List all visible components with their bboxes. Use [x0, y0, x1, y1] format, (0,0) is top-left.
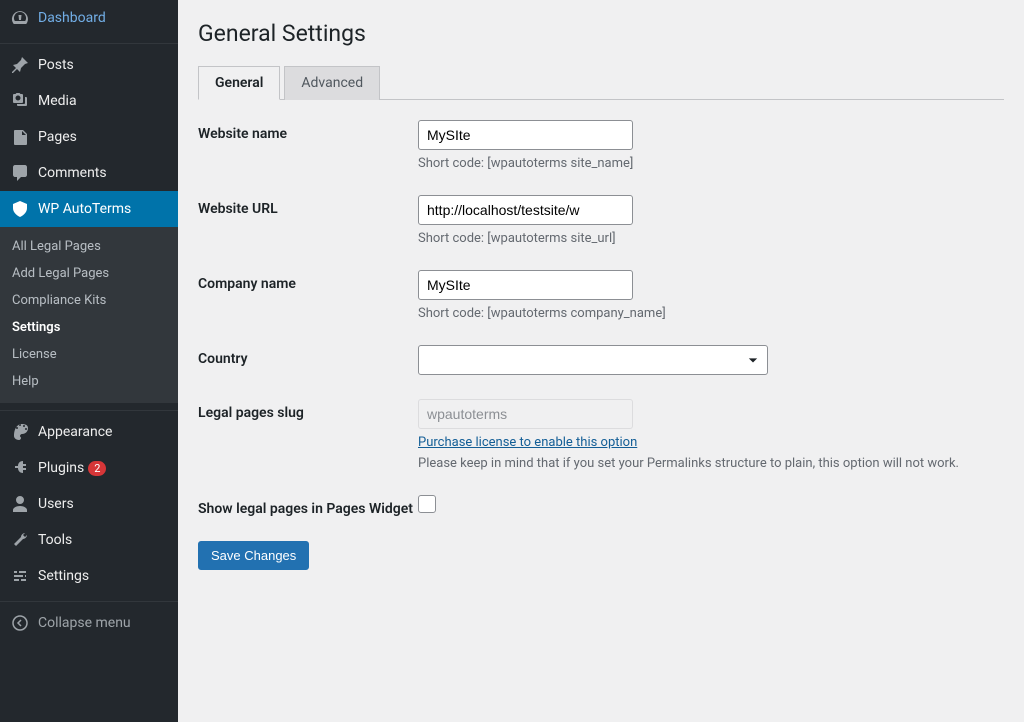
- label: Posts: [38, 57, 74, 73]
- sidebar-item-tools[interactable]: Tools: [0, 522, 178, 558]
- slug-note: Please keep in mind that if you set your…: [418, 456, 1004, 471]
- row-company-name: Company name Short code: [wpautoterms co…: [198, 270, 1004, 321]
- label: Tools: [38, 532, 72, 548]
- wpautoterms-submenu: All Legal Pages Add Legal Pages Complian…: [0, 227, 178, 403]
- row-slug: Legal pages slug Purchase license to ena…: [198, 399, 1004, 471]
- submenu-compliance-kits[interactable]: Compliance Kits: [0, 287, 178, 314]
- sidebar-item-posts[interactable]: Posts: [0, 47, 178, 83]
- label: Appearance: [38, 424, 112, 440]
- slug-input: [418, 399, 633, 429]
- country-select[interactable]: [418, 345, 768, 375]
- submenu-settings[interactable]: Settings: [0, 314, 178, 341]
- label: Pages: [38, 129, 77, 145]
- brush-icon: [10, 422, 30, 442]
- sidebar-item-pages[interactable]: Pages: [0, 119, 178, 155]
- shield-icon: [10, 199, 30, 219]
- pin-icon: [10, 55, 30, 75]
- label: Media: [38, 93, 77, 109]
- submenu-all-legal-pages[interactable]: All Legal Pages: [0, 233, 178, 260]
- website-url-input[interactable]: [418, 195, 633, 225]
- label: Comments: [38, 165, 107, 181]
- separator: [0, 597, 178, 602]
- comment-icon: [10, 163, 30, 183]
- dashboard-icon: [10, 8, 30, 28]
- sidebar-item-comments[interactable]: Comments: [0, 155, 178, 191]
- main-content: General Settings General Advanced Websit…: [178, 0, 1024, 722]
- submenu-add-legal-pages[interactable]: Add Legal Pages: [0, 260, 178, 287]
- sidebar-item-wpautoterms[interactable]: WP AutoTerms: [0, 191, 178, 227]
- row-website-name: Website name Short code: [wpautoterms si…: [198, 120, 1004, 171]
- company-name-input[interactable]: [418, 270, 633, 300]
- separator: [0, 39, 178, 44]
- sidebar-item-users[interactable]: Users: [0, 486, 178, 522]
- tab-general[interactable]: General: [198, 66, 280, 100]
- admin-sidebar: Dashboard Posts Media Pages Comments WP …: [0, 0, 178, 722]
- wrench-icon: [10, 530, 30, 550]
- widget-checkbox[interactable]: [418, 495, 436, 513]
- tab-advanced[interactable]: Advanced: [284, 66, 380, 100]
- sidebar-item-plugins[interactable]: Plugins 2: [0, 450, 178, 486]
- sidebar-item-dashboard[interactable]: Dashboard: [0, 0, 178, 36]
- sidebar-item-settings[interactable]: Settings: [0, 558, 178, 594]
- label-website-name: Website name: [198, 120, 418, 142]
- label-website-url: Website URL: [198, 195, 418, 217]
- label: Collapse menu: [38, 615, 131, 631]
- media-icon: [10, 91, 30, 111]
- website-url-shortcode: Short code: [wpautoterms site_url]: [418, 231, 1004, 246]
- label-country: Country: [198, 345, 418, 367]
- website-name-shortcode: Short code: [wpautoterms site_name]: [418, 156, 1004, 171]
- submenu-license[interactable]: License: [0, 341, 178, 368]
- label: WP AutoTerms: [38, 201, 131, 217]
- company-name-shortcode: Short code: [wpautoterms company_name]: [418, 306, 1004, 321]
- sidebar-item-appearance[interactable]: Appearance: [0, 414, 178, 450]
- update-badge: 2: [88, 461, 106, 476]
- sidebar-item-media[interactable]: Media: [0, 83, 178, 119]
- submenu-help[interactable]: Help: [0, 368, 178, 395]
- collapse-icon: [10, 613, 30, 633]
- label-widget: Show legal pages in Pages Widget: [198, 495, 418, 517]
- plugin-icon: [10, 458, 30, 478]
- sliders-icon: [10, 566, 30, 586]
- separator: [0, 406, 178, 411]
- row-country: Country: [198, 345, 1004, 375]
- label: Settings: [38, 568, 89, 584]
- row-website-url: Website URL Short code: [wpautoterms sit…: [198, 195, 1004, 246]
- user-icon: [10, 494, 30, 514]
- row-widget: Show legal pages in Pages Widget: [198, 495, 1004, 517]
- website-name-input[interactable]: [418, 120, 633, 150]
- page-title: General Settings: [198, 20, 1004, 47]
- tab-wrapper: General Advanced: [198, 65, 1004, 100]
- label-company-name: Company name: [198, 270, 418, 292]
- settings-form: Website name Short code: [wpautoterms si…: [198, 120, 1004, 570]
- save-button[interactable]: Save Changes: [198, 541, 309, 570]
- pages-icon: [10, 127, 30, 147]
- label: Users: [38, 496, 74, 512]
- sidebar-item-collapse[interactable]: Collapse menu: [0, 605, 178, 641]
- label-slug: Legal pages slug: [198, 399, 418, 421]
- label: Plugins: [38, 460, 84, 476]
- purchase-license-link[interactable]: Purchase license to enable this option: [418, 435, 637, 450]
- label: Dashboard: [38, 10, 106, 26]
